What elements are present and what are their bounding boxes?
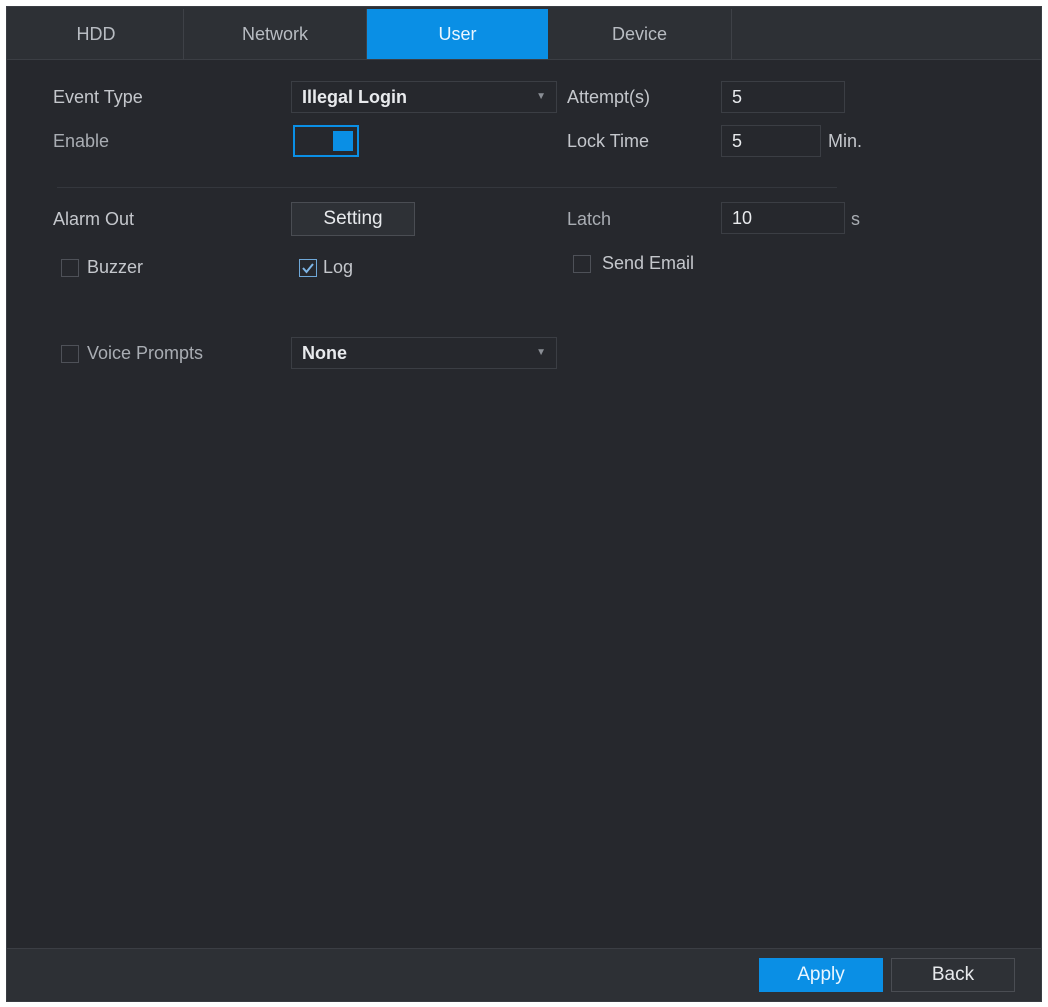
tab-bar: HDD Network User Device (7, 7, 1041, 60)
tab-network[interactable]: Network (184, 9, 367, 59)
event-type-label: Event Type (53, 87, 143, 107)
event-settings-panel: HDD Network User Device Event Type Illeg… (6, 6, 1042, 1002)
section-divider (57, 187, 837, 188)
toggle-knob (333, 131, 353, 151)
back-button[interactable]: Back (891, 958, 1015, 992)
latch-label: Latch (567, 209, 612, 229)
voice-prompts-label: Voice Prompts (87, 343, 204, 363)
alarm-out-label: Alarm Out (53, 209, 135, 229)
event-type-value: Illegal Login (302, 87, 408, 107)
voice-prompts-value: None (302, 343, 347, 363)
lock-time-label: Lock Time (567, 131, 650, 151)
lock-time-unit: Min. (828, 131, 863, 151)
setting-button[interactable]: Setting (291, 202, 415, 236)
log-checkbox[interactable] (299, 259, 317, 277)
enable-toggle[interactable] (293, 125, 359, 157)
voice-prompts-checkbox[interactable] (61, 345, 79, 363)
send-email-checkbox[interactable] (573, 255, 591, 273)
tab-hdd[interactable]: HDD (9, 9, 184, 59)
voice-prompts-select[interactable]: None ▼ (291, 337, 557, 369)
dropdown-arrow-icon: ▼ (536, 347, 546, 358)
latch-input[interactable]: 10 (721, 202, 845, 234)
attempts-label: Attempt(s) (567, 87, 651, 107)
enable-label: Enable (53, 131, 110, 151)
buzzer-checkbox[interactable] (61, 259, 79, 277)
log-label: Log (323, 257, 354, 277)
tab-user[interactable]: User (367, 9, 548, 59)
checkmark-icon (302, 263, 314, 274)
apply-button[interactable]: Apply (759, 958, 883, 992)
tab-device[interactable]: Device (548, 9, 732, 59)
buzzer-label: Buzzer (87, 257, 144, 277)
dropdown-arrow-icon: ▼ (536, 91, 546, 102)
event-type-select[interactable]: Illegal Login ▼ (291, 81, 557, 113)
lock-time-input[interactable]: 5 (721, 125, 821, 157)
send-email-label: Send Email (602, 253, 695, 273)
footer-bar: Apply Back (7, 948, 1041, 1001)
latch-unit: s (851, 209, 860, 229)
attempts-input[interactable]: 5 (721, 81, 845, 113)
